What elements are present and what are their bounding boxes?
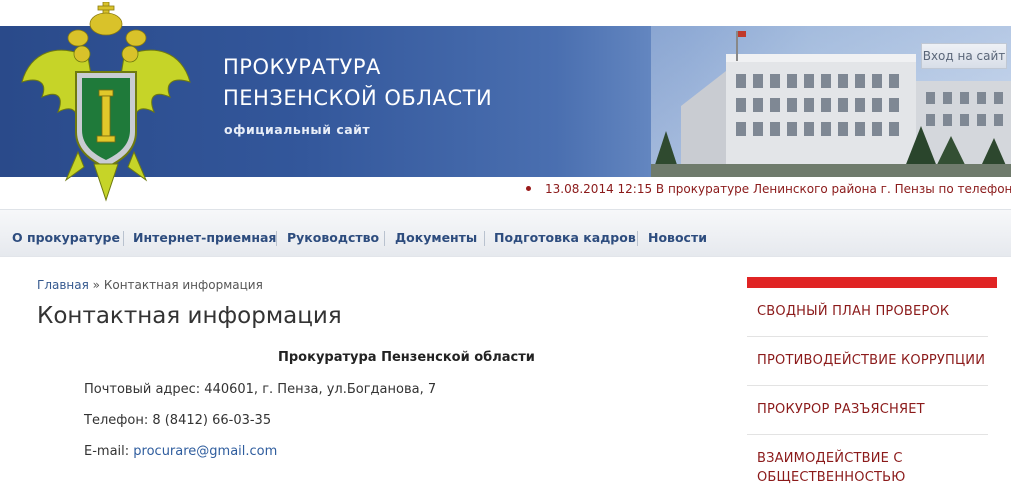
- organization-name: Прокуратура Пензенской области: [278, 350, 535, 365]
- nav-item-internet-reception[interactable]: Интернет-приемная: [133, 230, 276, 245]
- nav-separator: [484, 231, 485, 246]
- email-line: E-mail: procurare@gmail.com: [84, 444, 277, 459]
- sidebar-item-prosecutor-explains[interactable]: ПРОКУРОР РАЗЪЯСНЯЕТ: [757, 400, 925, 419]
- sidebar-item-inspection-plan[interactable]: СВОДНЫЙ ПЛАН ПРОВЕРОК: [757, 302, 949, 321]
- nav-item-about[interactable]: О прокуратуре: [12, 230, 120, 245]
- sidebar-divider: [747, 385, 988, 386]
- login-button[interactable]: Вход на сайт: [921, 43, 1007, 69]
- sidebar-item-anti-corruption[interactable]: ПРОТИВОДЕЙСТВИЕ КОРРУПЦИИ: [757, 351, 985, 370]
- site-subtitle: официальный сайт: [224, 122, 371, 137]
- breadcrumb: Главная » Контактная информация: [37, 278, 263, 292]
- site-title: ПРОКУРАТУРА ПЕНЗЕНСКОЙ ОБЛАСТИ: [223, 52, 492, 114]
- nav-separator: [384, 231, 385, 246]
- sidebar-accent-bar: [747, 277, 997, 288]
- email-link[interactable]: procurare@gmail.com: [133, 444, 277, 459]
- nav-item-training[interactable]: Подготовка кадров: [494, 230, 636, 245]
- nav-item-news[interactable]: Новости: [648, 230, 707, 245]
- ticker-news-link[interactable]: 13.08.2014 12:15 В прокуратуре Ленинског…: [545, 182, 1011, 196]
- main-navigation: О прокуратуре Интернет-приемная Руководс…: [0, 209, 1011, 257]
- site-title-line1: ПРОКУРАТУРА: [223, 55, 381, 79]
- sidebar-divider: [747, 434, 988, 435]
- site-title-line2: ПЕНЗЕНСКОЙ ОБЛАСТИ: [223, 86, 493, 110]
- sidebar-divider: [747, 336, 988, 337]
- nav-separator: [276, 231, 277, 246]
- postal-address: Почтовый адрес: 440601, г. Пенза, ул.Бог…: [84, 382, 437, 397]
- breadcrumb-home-link[interactable]: Главная: [37, 278, 89, 292]
- email-label: E-mail:: [84, 444, 134, 459]
- breadcrumb-separator: »: [88, 278, 104, 292]
- page-title: Контактная информация: [37, 303, 342, 329]
- nav-separator: [637, 231, 638, 246]
- phone-number: Телефон: 8 (8412) 66-03-35: [84, 413, 272, 428]
- nav-item-documents[interactable]: Документы: [395, 230, 477, 245]
- prosecutor-emblem-logo: [21, 2, 191, 202]
- nav-item-leadership[interactable]: Руководство: [287, 230, 379, 245]
- sidebar-item-public-interaction[interactable]: ВЗАИМОДЕЙСТВИЕ С ОБЩЕСТВЕННОСТЬЮ: [757, 449, 957, 487]
- breadcrumb-current: Контактная информация: [103, 278, 263, 292]
- nav-separator: [123, 231, 124, 246]
